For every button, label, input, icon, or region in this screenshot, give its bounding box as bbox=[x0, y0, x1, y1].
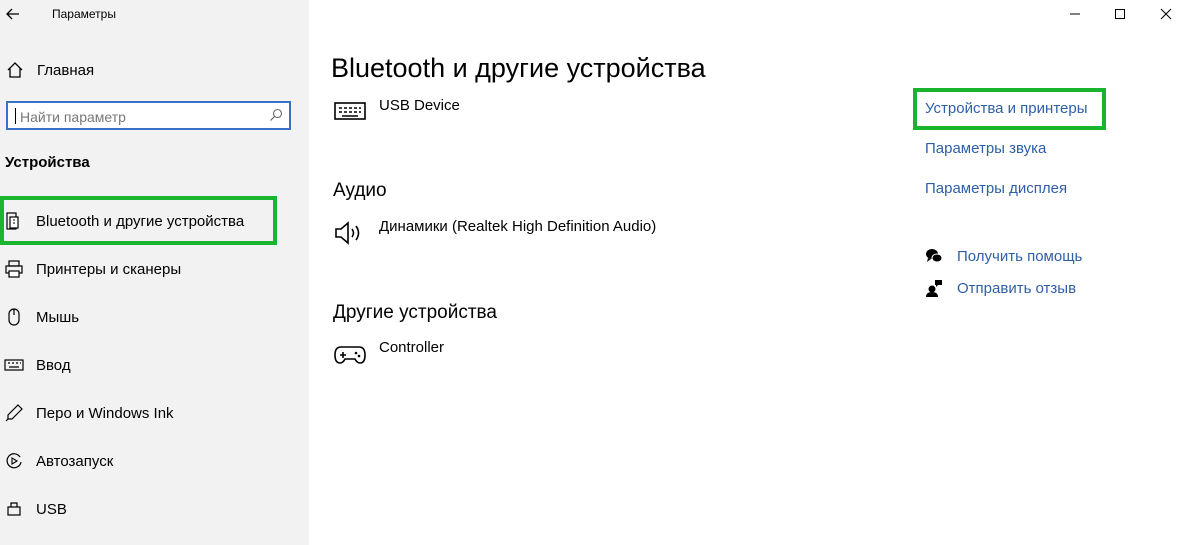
keyboard-icon bbox=[4, 355, 24, 375]
device-label: USB Device bbox=[379, 97, 460, 114]
section-title: Устройства bbox=[5, 154, 90, 171]
sidebar-item-label: Принтеры и сканеры bbox=[36, 260, 182, 278]
get-help-label: Получить помощь bbox=[957, 247, 1083, 265]
device-controller[interactable]: Controller bbox=[333, 339, 445, 366]
feedback-icon bbox=[926, 280, 942, 297]
sidebar-item-label: Ввод bbox=[36, 356, 71, 374]
search-caret bbox=[15, 108, 16, 124]
get-help-link[interactable]: Получить помощь bbox=[925, 247, 1082, 265]
sidebar-item-label: Перо и Windows Ink bbox=[36, 404, 174, 422]
autoplay-icon bbox=[4, 451, 24, 471]
speaker-icon bbox=[335, 221, 360, 245]
back-arrow-icon bbox=[6, 8, 19, 20]
sidebar-item-label: Мышь bbox=[36, 308, 80, 326]
mouse-icon bbox=[4, 307, 24, 327]
search-icon bbox=[270, 108, 283, 121]
send-feedback-link[interactable]: Отправить отзыв bbox=[925, 279, 1076, 297]
link-display-settings[interactable]: Параметры дисплея bbox=[925, 180, 1067, 197]
maximize-button[interactable] bbox=[1112, 6, 1128, 22]
sidebar-item-autoplay[interactable]: Автозапуск bbox=[0, 441, 300, 481]
home-icon bbox=[7, 62, 23, 78]
device-speakers[interactable]: Динамики (Realtek High Definition Audio) bbox=[333, 218, 657, 245]
device-label: Controller bbox=[379, 339, 445, 356]
sidebar-item-usb[interactable]: USB bbox=[0, 489, 300, 529]
sidebar-item-pen[interactable]: Перо и Windows Ink bbox=[0, 393, 300, 433]
sidebar-item-input[interactable]: Ввод bbox=[0, 345, 300, 385]
keyboard-icon bbox=[334, 102, 366, 120]
link-highlight bbox=[913, 88, 1106, 130]
printer-icon bbox=[4, 259, 24, 279]
window-title: Параметры bbox=[52, 7, 116, 21]
sidebar-item-label: USB bbox=[36, 500, 67, 518]
device-usb-keyboard[interactable]: USB Device bbox=[333, 97, 460, 124]
home-link[interactable]: Главная bbox=[5, 58, 94, 82]
sidebar-item-label: Автозапуск bbox=[36, 452, 114, 470]
pen-icon bbox=[4, 403, 24, 423]
device-label: Динамики (Realtek High Definition Audio) bbox=[379, 218, 657, 235]
audio-group-title: Аудио bbox=[333, 180, 387, 201]
minimize-icon bbox=[1070, 13, 1080, 15]
usb-icon bbox=[4, 499, 24, 519]
other-devices-group-title: Другие устройства bbox=[333, 302, 497, 323]
selection-highlight bbox=[0, 196, 277, 245]
search-box[interactable] bbox=[6, 101, 291, 130]
back-button[interactable] bbox=[4, 2, 24, 24]
gamepad-icon bbox=[334, 346, 366, 364]
maximize-icon bbox=[1115, 9, 1125, 19]
sidebar-item-printers[interactable]: Принтеры и сканеры bbox=[0, 249, 300, 289]
home-label: Главная bbox=[37, 61, 95, 79]
minimize-button[interactable] bbox=[1067, 6, 1083, 22]
close-button[interactable] bbox=[1158, 6, 1174, 22]
search-input[interactable] bbox=[18, 106, 262, 128]
chat-help-icon bbox=[926, 249, 943, 263]
link-sound-settings[interactable]: Параметры звука bbox=[925, 140, 1046, 157]
page-title: Bluetooth и другие устройства bbox=[331, 53, 706, 83]
sidebar-item-mouse[interactable]: Мышь bbox=[0, 297, 300, 337]
send-feedback-label: Отправить отзыв bbox=[957, 279, 1077, 297]
close-icon bbox=[1160, 8, 1172, 20]
